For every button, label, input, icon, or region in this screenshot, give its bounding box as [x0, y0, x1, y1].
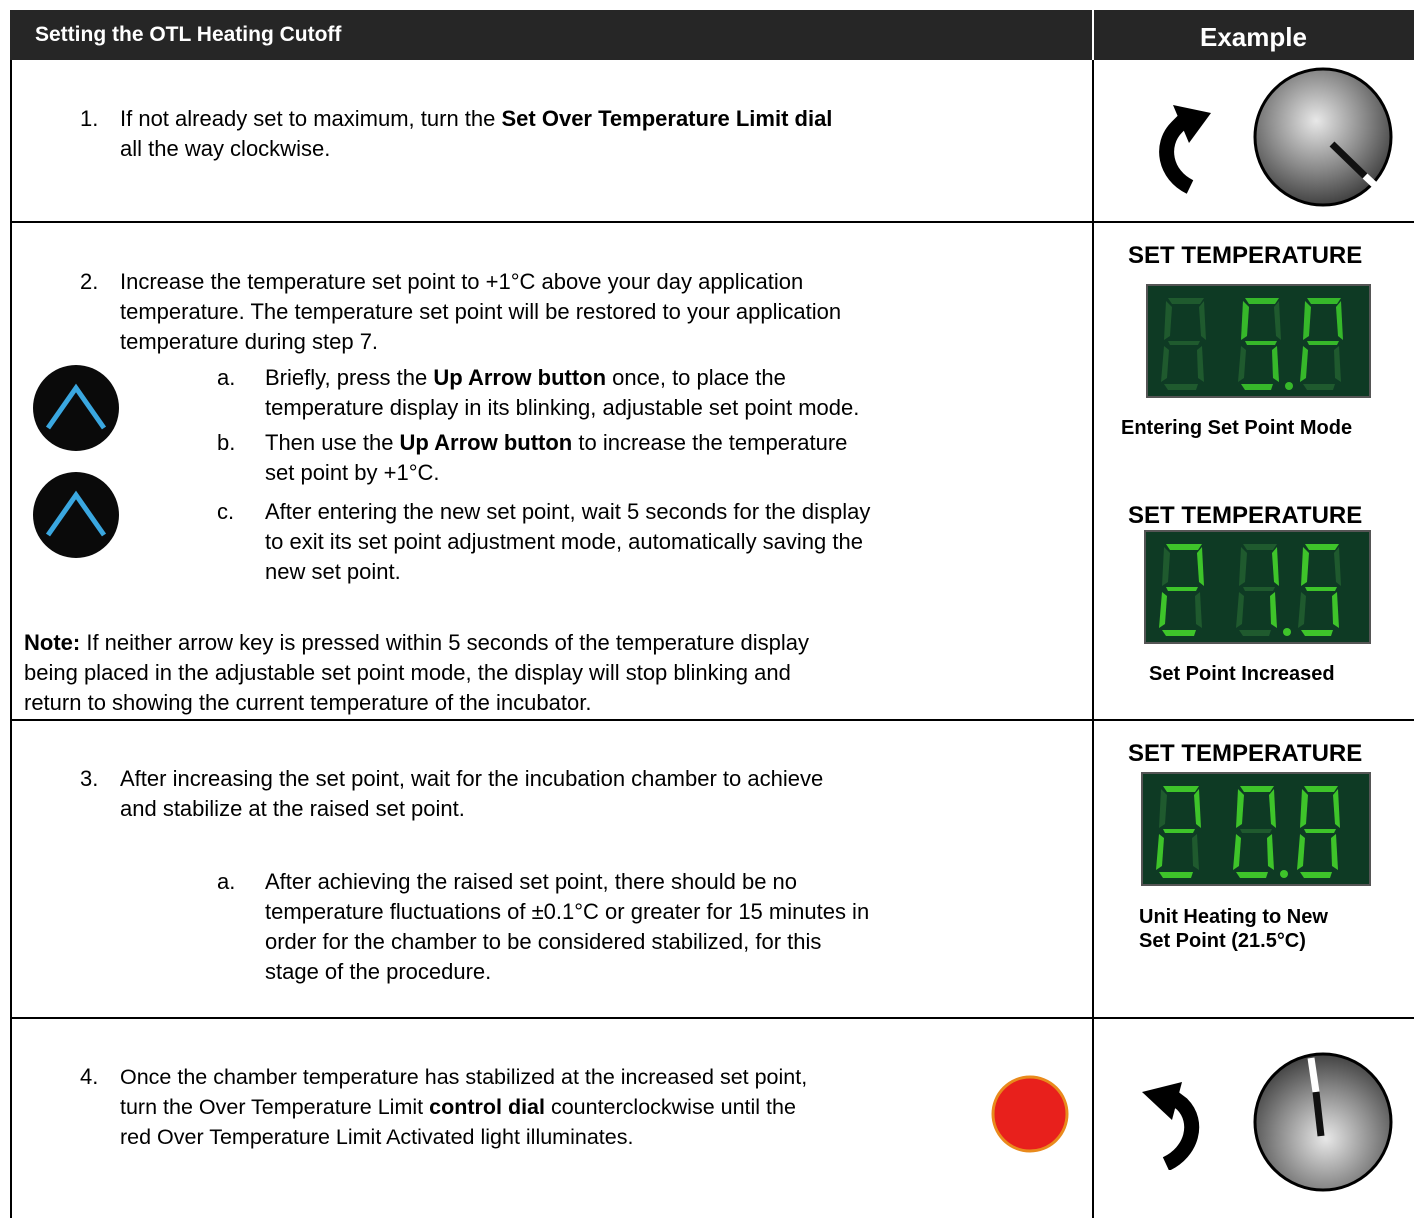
- set-temperature-label: SET TEMPERATURE: [1128, 242, 1363, 269]
- otl-dial-max-icon: [1253, 67, 1393, 207]
- step3a-text: After achieving the raised set point, th…: [265, 869, 870, 984]
- display-caption-3: Unit Heating to New Set Point (21.5°C): [1139, 906, 1328, 952]
- header-title: Setting the OTL Heating Cutoff: [35, 23, 342, 46]
- clockwise-arrow-icon: [1159, 105, 1211, 194]
- step2c-letter: c.: [217, 499, 235, 524]
- set-temperature-label: SET TEMPERATURE: [1128, 740, 1363, 767]
- step2-number: 2.: [80, 269, 99, 294]
- temperature-display-20-8: [1141, 772, 1371, 886]
- row-divider-2: [10, 719, 1414, 721]
- display-caption-1: Entering Set Point Mode: [1121, 417, 1353, 439]
- step2a-text: Briefly, press the Up Arrow button once,…: [265, 365, 860, 420]
- up-arrow-button-icon: [33, 472, 119, 558]
- up-arrow-button-icon: [33, 365, 119, 451]
- display-caption-2: Set Point Increased: [1149, 663, 1335, 685]
- row-divider-3: [10, 1017, 1414, 1019]
- step3-number: 3.: [80, 766, 99, 791]
- otl-control-dial-icon: [1253, 1052, 1393, 1192]
- counterclockwise-arrow-icon: [1142, 1082, 1200, 1170]
- step3-text: After increasing the set point, wait for…: [120, 766, 824, 821]
- step2b-letter: b.: [217, 430, 236, 455]
- otl-activated-light-icon: [991, 1075, 1069, 1153]
- table-header: Setting the OTL Heating Cutoff Example: [10, 10, 1414, 60]
- step2b-text: Then use the Up Arrow button to increase…: [265, 430, 848, 485]
- step2-note: Note: If neither arrow key is pressed wi…: [24, 630, 810, 715]
- step1-text: If not already set to maximum, turn the …: [120, 106, 833, 161]
- step2a-letter: a.: [217, 365, 236, 390]
- temperature-display-sp: [1146, 284, 1371, 398]
- temperature-display-21-5: [1144, 530, 1371, 644]
- step4-text: Once the chamber temperature has stabili…: [120, 1065, 808, 1149]
- header-divider: [1092, 10, 1094, 60]
- left-border: [10, 60, 12, 1218]
- set-temperature-label: SET TEMPERATURE: [1128, 502, 1363, 529]
- step4-number: 4.: [80, 1064, 99, 1089]
- step1-number: 1.: [80, 106, 99, 131]
- row-divider-1: [10, 221, 1414, 223]
- header-example: Example: [1200, 22, 1307, 52]
- step3a-letter: a.: [217, 869, 236, 894]
- column-divider: [1092, 60, 1094, 1218]
- step2-text: Increase the temperature set point to +1…: [120, 269, 842, 354]
- step2c-text: After entering the new set point, wait 5…: [265, 499, 871, 584]
